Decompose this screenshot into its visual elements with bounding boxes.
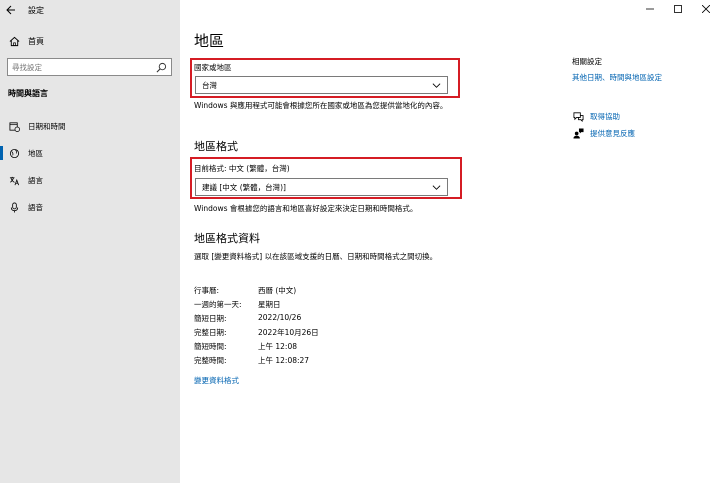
format-key: 完整日期: [194,328,227,337]
data-description: 選取 [變更資料格式] 以在該區域支援的日曆、日期和時間格式之間切換。 [194,252,438,261]
feedback-person-icon [572,127,584,139]
format-row-long-date: 完整日期: 2022年10月26日 [194,327,319,338]
format-key: 一週的第一天: [194,300,242,309]
get-help-label: 取得協助 [590,111,620,121]
format-value: 西曆 (中文) [258,286,297,295]
country-description: Windows 與應用程式可能會根據您所在國家或地區為您提供當地化的內容。 [194,101,448,110]
chevron-down-icon [432,83,441,88]
home-label: 首頁 [28,36,44,46]
search-box[interactable] [7,58,172,76]
change-format-link[interactable]: 變更資料格式 [194,375,239,386]
app-title: 設定 [28,5,44,15]
back-arrow-icon [6,5,15,15]
data-heading: 地區格式資料 [194,232,260,245]
other-settings-link[interactable]: 其他日期、時間與地區設定 [572,72,662,83]
related-settings-title: 相關設定 [572,57,602,66]
chevron-down-icon [432,185,441,190]
chat-help-icon [572,110,584,122]
sidebar-item-label: 語音 [28,202,43,212]
format-value: 上午 12:08:27 [258,356,310,365]
section-title: 時間與語言 [8,89,48,98]
format-row-short-time: 簡短時間: 上午 12:08 [194,341,297,352]
current-format-label: 目前格式: 中文 (繁體，台灣) [194,164,290,173]
format-description: Windows 會根據您的語言和地區喜好設定來決定日期和時間格式。 [194,204,418,213]
country-value: 台灣 [202,80,217,90]
feedback-link[interactable]: 提供意見反應 [572,127,635,139]
sidebar-item-label: 日期和時間 [28,121,66,131]
microphone-icon [8,201,20,213]
sidebar: 設定 首頁 時間與語言 日期和時間 地區 語言 語音 [0,0,180,483]
sidebar-item-home[interactable]: 首頁 [0,32,180,50]
home-icon [8,35,20,47]
format-value: 建議 [中文 (繁體，台灣)] [202,182,286,192]
sidebar-item-label: 語言 [28,175,43,185]
format-value: 星期日 [258,300,281,309]
calendar-clock-icon [8,120,20,132]
format-value: 2022/10/26 [258,313,302,322]
format-heading: 地區格式 [194,140,238,153]
globe-icon [8,147,20,159]
sidebar-item-region[interactable]: 地區 [0,143,180,163]
format-row-first-day: 一週的第一天: 星期日 [194,299,281,310]
format-dropdown[interactable]: 建議 [中文 (繁體，台灣)] [195,178,448,196]
format-row-long-time: 完整時間: 上午 12:08:27 [194,355,309,366]
format-key: 行事曆: [194,286,220,295]
sidebar-item-speech[interactable]: 語音 [0,197,180,217]
main-content: 地區 國家或地區 台灣 Windows 與應用程式可能會根據您所在國家或地區為您… [180,0,720,483]
back-button[interactable] [0,0,22,20]
sidebar-item-language[interactable]: 語言 [0,170,180,190]
format-row-calendar: 行事曆: 西曆 (中文) [194,285,296,296]
language-icon [8,174,20,186]
format-value: 上午 12:08 [258,342,297,351]
window-title-bar: 設定 [0,0,180,20]
page-title: 地區 [194,32,225,50]
feedback-label: 提供意見反應 [590,128,635,138]
format-key: 簡短日期: [194,314,227,323]
format-row-short-date: 簡短日期: 2022/10/26 [194,313,301,324]
sidebar-item-label: 地區 [28,148,43,158]
format-key: 完整時間: [194,356,227,365]
get-help-link[interactable]: 取得協助 [572,110,620,122]
country-label: 國家或地區 [194,63,232,72]
sidebar-item-date-time[interactable]: 日期和時間 [0,116,180,136]
search-icon[interactable] [156,62,167,73]
search-input[interactable] [12,62,152,72]
format-value: 2022年10月26日 [258,328,319,337]
country-dropdown[interactable]: 台灣 [195,76,448,94]
format-key: 簡短時間: [194,342,227,351]
